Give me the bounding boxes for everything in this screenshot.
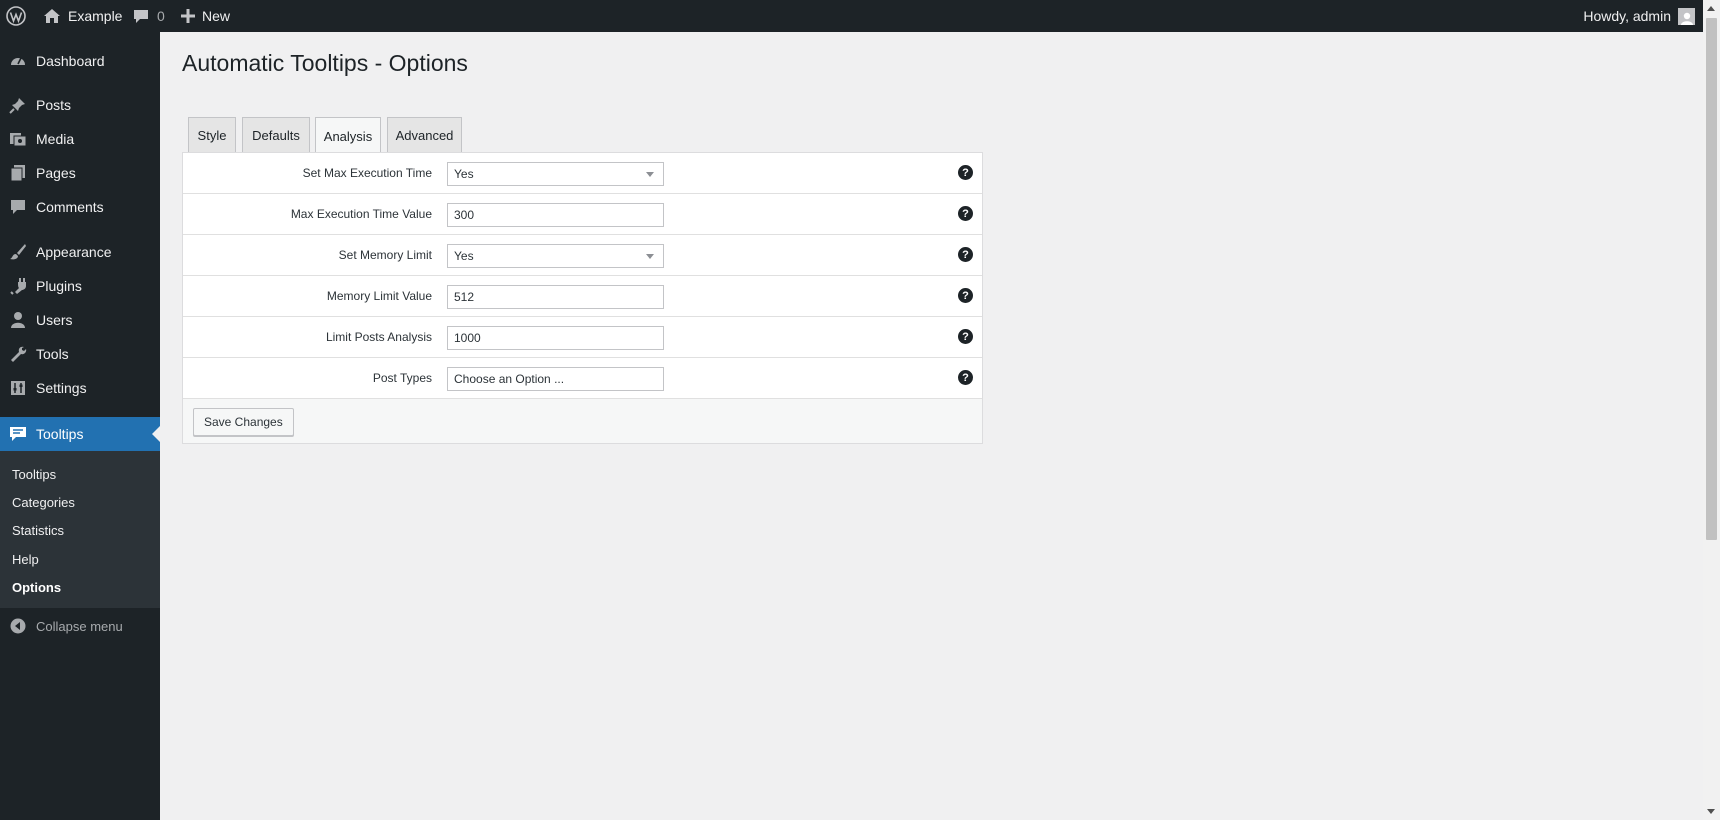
option-row: Set Memory Limit Yes ? bbox=[183, 235, 982, 276]
submenu-options[interactable]: Options bbox=[12, 580, 61, 595]
menu-label: Tools bbox=[36, 346, 69, 362]
pushpin-icon bbox=[0, 96, 36, 114]
help-icon[interactable]: ? bbox=[958, 206, 973, 221]
menu-label: Settings bbox=[36, 380, 87, 396]
comment-bubble-icon bbox=[133, 8, 149, 24]
analysis-options-panel: Set Max Execution Time Yes ? Max Executi… bbox=[182, 152, 983, 444]
help-icon[interactable]: ? bbox=[958, 370, 973, 385]
memory-limit-value-input[interactable]: 512 bbox=[447, 285, 664, 309]
menu-tools[interactable]: Tools bbox=[0, 337, 160, 371]
menu-settings[interactable]: Settings bbox=[0, 371, 160, 405]
option-row: Post Types Choose an Option ... ? bbox=[183, 358, 982, 399]
plugin-icon bbox=[0, 277, 36, 295]
submenu-help[interactable]: Help bbox=[12, 552, 39, 567]
menu-plugins[interactable]: Plugins bbox=[0, 269, 160, 303]
help-icon[interactable]: ? bbox=[958, 329, 973, 344]
help-icon[interactable]: ? bbox=[958, 288, 973, 303]
collapse-menu-label: Collapse menu bbox=[36, 618, 123, 634]
greeting: Howdy, admin bbox=[1583, 8, 1671, 24]
option-label: Post Types bbox=[372, 371, 432, 385]
comments-count: 0 bbox=[157, 8, 165, 24]
menu-label: Tooltips bbox=[36, 426, 84, 442]
new-content-menu[interactable]: New bbox=[181, 0, 230, 32]
page-title: Automatic Tooltips - Options bbox=[182, 50, 468, 76]
menu-tooltips[interactable]: Tooltips bbox=[0, 417, 160, 451]
menu-label: Users bbox=[36, 312, 73, 328]
tab-advanced[interactable]: Advanced bbox=[387, 117, 462, 153]
menu-label: Media bbox=[36, 131, 75, 147]
media-icon bbox=[0, 130, 36, 148]
option-label: Limit Posts Analysis bbox=[325, 330, 432, 344]
wordpress-icon bbox=[6, 6, 26, 26]
tooltip-icon bbox=[0, 425, 36, 443]
option-row: Limit Posts Analysis 1000 ? bbox=[183, 317, 982, 358]
submenu-categories[interactable]: Categories bbox=[12, 495, 75, 510]
option-label: Memory Limit Value bbox=[326, 289, 432, 303]
help-icon[interactable]: ? bbox=[958, 165, 973, 180]
max-execution-time-value-input[interactable]: 300 bbox=[447, 203, 664, 227]
tab-style[interactable]: Style bbox=[188, 117, 236, 153]
admin-sidebar: Dashboard Posts Media Pages Comments App… bbox=[0, 32, 160, 820]
avatar bbox=[1678, 7, 1695, 25]
menu-label: Plugins bbox=[36, 278, 82, 294]
form-footer: Save Changes bbox=[183, 399, 982, 443]
wordpress-logo-button[interactable] bbox=[6, 0, 30, 32]
menu-comments[interactable]: Comments bbox=[0, 190, 160, 224]
menu-pages[interactable]: Pages bbox=[0, 156, 160, 190]
site-name-link[interactable]: Example bbox=[43, 0, 122, 32]
menu-media[interactable]: Media bbox=[0, 122, 160, 156]
menu-label: Posts bbox=[36, 97, 72, 113]
help-icon[interactable]: ? bbox=[958, 247, 973, 262]
scroll-down-arrow-icon[interactable] bbox=[1707, 809, 1715, 814]
chevron-down-icon bbox=[646, 254, 654, 259]
menu-appearance[interactable]: Appearance bbox=[0, 235, 160, 269]
save-changes-button[interactable]: Save Changes bbox=[193, 408, 294, 436]
select-value: Yes bbox=[454, 167, 474, 181]
home-icon bbox=[43, 8, 61, 24]
tab-defaults[interactable]: Defaults bbox=[242, 117, 310, 153]
menu-posts[interactable]: Posts bbox=[0, 88, 160, 122]
dashboard-icon bbox=[0, 52, 36, 70]
comments-link[interactable]: 0 bbox=[133, 0, 165, 32]
option-label: Set Max Execution Time bbox=[302, 166, 432, 180]
limit-posts-analysis-input[interactable]: 1000 bbox=[447, 326, 664, 350]
option-row: Set Max Execution Time Yes ? bbox=[183, 153, 982, 194]
paintbrush-icon bbox=[0, 243, 36, 261]
menu-users[interactable]: Users bbox=[0, 303, 160, 337]
collapse-arrow-icon bbox=[0, 618, 36, 634]
menu-label: Dashboard bbox=[36, 53, 105, 69]
tooltips-submenu: Tooltips Categories Statistics Help Opti… bbox=[0, 451, 160, 608]
menu-label: Appearance bbox=[36, 244, 112, 260]
new-label: New bbox=[202, 8, 231, 24]
option-label: Set Memory Limit bbox=[338, 248, 432, 262]
pages-icon bbox=[0, 164, 36, 182]
vertical-scrollbar[interactable] bbox=[1703, 0, 1720, 820]
submenu-tooltips[interactable]: Tooltips bbox=[12, 467, 56, 482]
post-types-multiselect[interactable]: Choose an Option ... bbox=[447, 367, 664, 391]
plus-icon bbox=[181, 9, 195, 23]
tab-analysis[interactable]: Analysis bbox=[315, 117, 381, 154]
menu-label: Comments bbox=[36, 199, 104, 215]
max-execution-time-select[interactable]: Yes bbox=[447, 162, 664, 186]
select-value: Yes bbox=[454, 249, 474, 263]
collapse-menu-button[interactable]: Collapse menu bbox=[0, 611, 160, 641]
menu-dashboard[interactable]: Dashboard bbox=[0, 44, 160, 78]
option-row: Memory Limit Value 512 ? bbox=[183, 276, 982, 317]
admin-bar: Example 0 New Howdy, admin bbox=[0, 0, 1720, 32]
wrench-icon bbox=[0, 345, 36, 363]
option-row: Max Execution Time Value 300 ? bbox=[183, 194, 982, 235]
scroll-up-arrow-icon[interactable] bbox=[1707, 6, 1715, 11]
comment-icon bbox=[0, 198, 36, 216]
scrollbar-thumb[interactable] bbox=[1706, 18, 1717, 540]
memory-limit-select[interactable]: Yes bbox=[447, 244, 664, 268]
option-label: Max Execution Time Value bbox=[290, 207, 432, 221]
user-avatar-icon bbox=[1680, 12, 1693, 25]
menu-label: Pages bbox=[36, 165, 76, 181]
submenu-statistics[interactable]: Statistics bbox=[12, 523, 64, 538]
users-icon bbox=[0, 311, 36, 329]
chevron-down-icon bbox=[646, 172, 654, 177]
my-account-menu[interactable]: Howdy, admin bbox=[1583, 0, 1695, 32]
settings-icon bbox=[0, 379, 36, 397]
site-name: Example bbox=[68, 8, 123, 24]
